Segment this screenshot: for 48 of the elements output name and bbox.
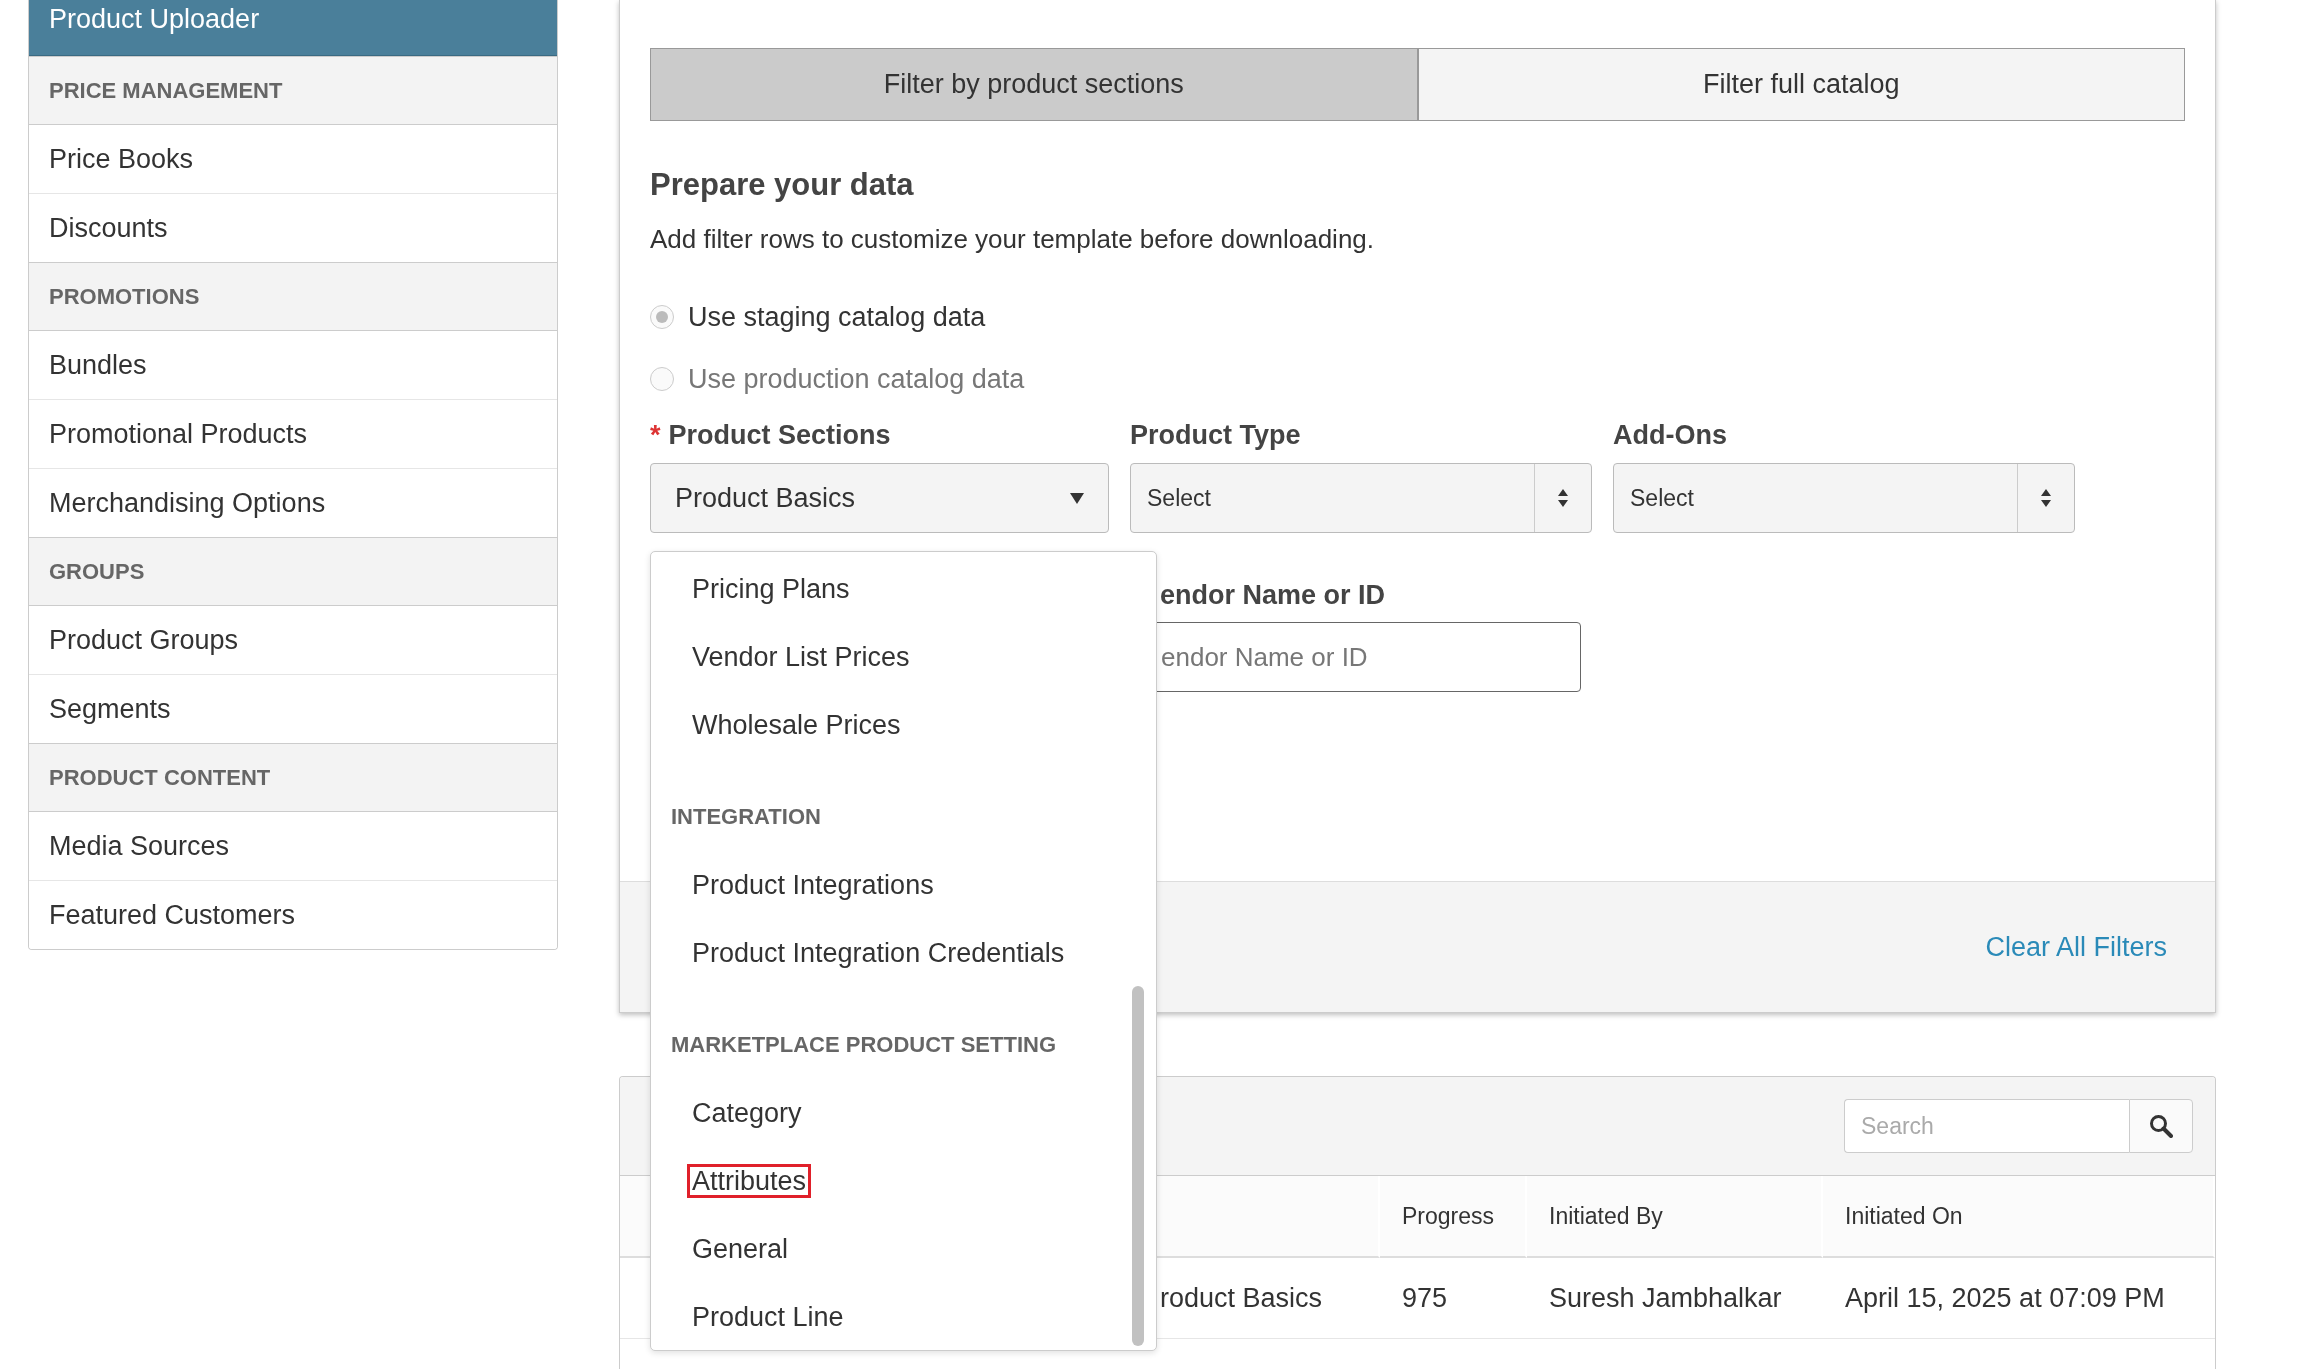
table-cell: 975 — [1402, 1282, 1448, 1314]
dropdown-option[interactable]: Product Integration Credentials — [687, 936, 1070, 970]
dropdown-option[interactable]: Pricing Plans — [687, 572, 855, 606]
dropdown-option[interactable]: Attributes — [687, 1164, 812, 1198]
sort-arrows-icon — [2041, 489, 2051, 507]
dropdown-option[interactable]: Wholesale Prices — [687, 708, 906, 742]
column-header: Initiated By — [1549, 1202, 1663, 1230]
sidebar-item[interactable]: Featured Customers — [29, 880, 557, 949]
search-button[interactable] — [2129, 1099, 2193, 1153]
table-cell: April 15, 2025 at 07:09 PM — [1845, 1282, 2165, 1314]
field-label: Product Sections — [668, 420, 891, 450]
group-header: INTEGRATION — [671, 804, 821, 830]
search-field[interactable]: Search — [1844, 1099, 2129, 1153]
sort-arrows-icon — [1558, 489, 1568, 507]
field-label: Add-Ons — [1613, 420, 1727, 450]
table-cell: Suresh Jambhalkar — [1549, 1282, 1782, 1314]
clear-filters-link[interactable]: Clear All Filters — [1985, 931, 2167, 963]
sidebar-section-header: PROMOTIONS — [29, 262, 557, 331]
field-label: endor Name or ID — [1159, 580, 1387, 610]
scrollbar-thumb[interactable] — [1132, 986, 1144, 1346]
dropdown-option[interactable]: Vendor List Prices — [687, 640, 915, 674]
column-header: Progress — [1402, 1202, 1495, 1230]
dropdown-option[interactable]: Product Line — [687, 1300, 849, 1334]
radio-label[interactable]: Use production catalog data — [688, 361, 1025, 397]
dropdown-option[interactable]: Category — [687, 1096, 807, 1130]
caret-icon — [1070, 492, 1084, 504]
select-field[interactable]: Select — [1130, 463, 1592, 533]
column-header: Initiated On — [1845, 1202, 1963, 1230]
dropdown-option[interactable]: General — [687, 1232, 794, 1266]
filter-tab[interactable]: Filter full catalog — [1417, 48, 2185, 121]
section-select[interactable]: Product Basics — [650, 463, 1109, 533]
radio-button[interactable] — [650, 305, 674, 329]
table-cell: roduct Basics — [1160, 1282, 1323, 1314]
radio-button[interactable] — [650, 367, 674, 391]
dropdown-option[interactable]: Product Integrations — [687, 868, 939, 902]
field-label: Product Type — [1130, 420, 1301, 450]
required-mark: * — [650, 420, 661, 450]
sidebar-section-header: PRICE MANAGEMENT — [29, 56, 557, 125]
description: Add filter rows to customize your template before downloading. — [650, 223, 1376, 256]
sidebar-section-header: GROUPS — [29, 537, 557, 606]
search-icon — [2149, 1114, 2173, 1138]
sidebar-item[interactable]: Product Uploader — [29, 0, 557, 56]
sidebar-section-header: PRODUCT CONTENT — [29, 743, 557, 812]
filter-tab[interactable]: Filter by product sections — [650, 48, 1418, 121]
radio-label[interactable]: Use staging catalog data — [688, 299, 986, 335]
select-field[interactable]: Select — [1613, 463, 2075, 533]
group-header: MARKETPLACE PRODUCT SETTING — [671, 1032, 1056, 1058]
section-heading: Prepare your data — [650, 166, 915, 204]
